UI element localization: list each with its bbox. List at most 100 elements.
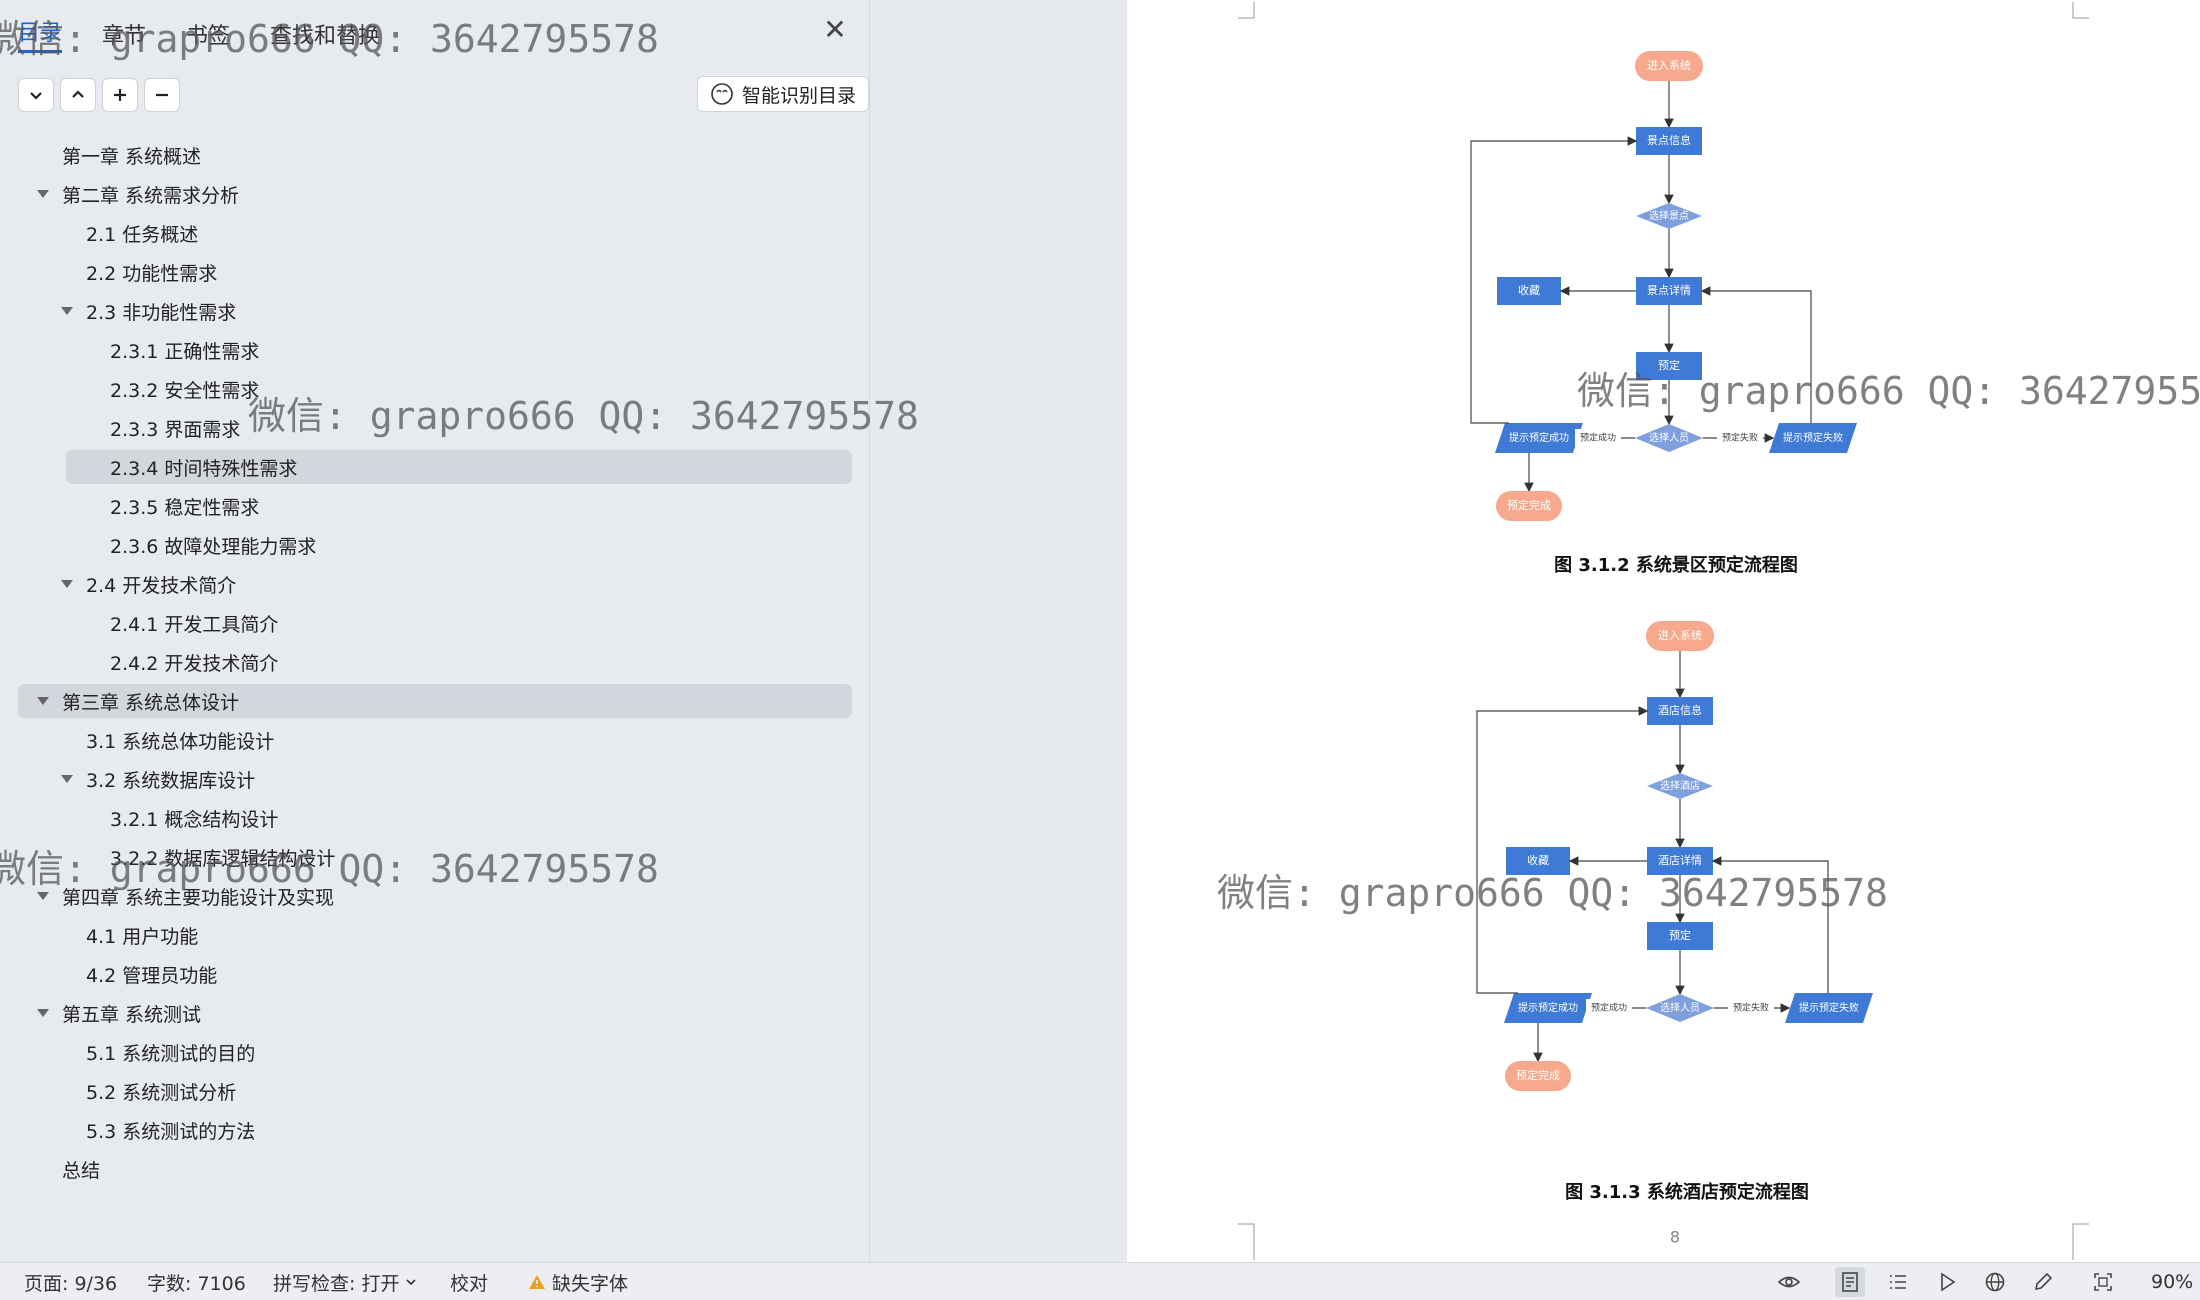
figure-caption: 图 3.1.3 系统酒店预定流程图: [1565, 1181, 1809, 1203]
warning-icon: [529, 1275, 545, 1289]
toc-item[interactable]: 2.3.3 界面需求: [84, 411, 240, 445]
toc-item[interactable]: 3.2.1 概念结构设计: [84, 801, 278, 835]
end-label: 预定完成: [1507, 498, 1551, 512]
smart-toc-button[interactable]: 智能识别目录: [697, 76, 869, 112]
missing-fonts-button[interactable]: 缺失字体: [528, 1263, 628, 1300]
write-mode-button[interactable]: [2028, 1267, 2058, 1297]
expand-caret-icon[interactable]: [60, 772, 74, 786]
tab-chapters[interactable]: 章节: [102, 18, 146, 50]
expand-caret-icon[interactable]: [36, 187, 50, 201]
toc-item[interactable]: 5.2 系统测试分析: [60, 1074, 236, 1108]
toc-item[interactable]: 第四章 系统主要功能设计及实现: [36, 879, 334, 913]
toc-item[interactable]: 第三章 系统总体设计: [18, 684, 852, 718]
navigation-pane: 目录 章节 书签 查找和替换 ✕ 智能识别目录 第一章 系统概述第二章 系统需求…: [0, 0, 870, 1262]
proofread-text: 校对: [450, 1272, 489, 1295]
expand-caret-icon[interactable]: [36, 694, 50, 708]
toc-item[interactable]: 4.1 用户功能: [60, 918, 198, 952]
toc-item[interactable]: 2.3 非功能性需求: [60, 294, 236, 328]
web-view-button[interactable]: [1980, 1267, 2010, 1297]
toc-item[interactable]: 5.1 系统测试的目的: [60, 1035, 255, 1069]
close-pane-button[interactable]: ✕: [818, 14, 852, 48]
toc-item-label: 3.2.2 数据库逻辑结构设计: [110, 847, 336, 870]
toc-item-label: 5.1 系统测试的目的: [86, 1042, 256, 1065]
spellcheck-toggle[interactable]: 拼写检查: 打开: [273, 1263, 417, 1300]
process-label: 酒店信息: [1658, 703, 1702, 717]
toc-item[interactable]: 2.4.1 开发工具简介: [84, 606, 278, 640]
toc-item[interactable]: 总结: [36, 1152, 100, 1186]
toc-item[interactable]: 5.3 系统测试的方法: [60, 1113, 255, 1147]
toc-item[interactable]: 3.2.2 数据库逻辑结构设计: [84, 840, 335, 874]
toc-item-label: 3.2 系统数据库设计: [86, 769, 256, 792]
expand-caret-icon[interactable]: [36, 889, 50, 903]
process-label: 景点信息: [1647, 133, 1691, 147]
tab-find-replace[interactable]: 查找和替换: [270, 18, 380, 50]
toc-item-label: 2.3.6 故障处理能力需求: [110, 535, 317, 558]
toc-item-label: 2.3.3 界面需求: [110, 418, 241, 441]
toc-item[interactable]: 3.2 系统数据库设计: [60, 762, 255, 796]
expand-caret-icon[interactable]: [36, 1006, 50, 1020]
page-view-icon: [1842, 1272, 1858, 1292]
tab-toc[interactable]: 目录: [18, 15, 63, 53]
toc-item[interactable]: 2.2 功能性需求: [60, 255, 217, 289]
toc-item[interactable]: 2.3.5 稳定性需求: [84, 489, 259, 523]
start-label: 进入系统: [1647, 59, 1691, 72]
add-heading-button[interactable]: [102, 78, 138, 112]
remove-heading-button[interactable]: [144, 78, 180, 112]
toc-item[interactable]: 3.1 系统总体功能设计: [60, 723, 274, 757]
toc-item[interactable]: 2.3.2 安全性需求: [84, 372, 259, 406]
decision-label: 选择景点: [1649, 209, 1689, 222]
toc-item[interactable]: 2.3.1 正确性需求: [84, 333, 259, 367]
zoom-level[interactable]: 90%: [2151, 1263, 2193, 1300]
page-number: 8: [1670, 1228, 1680, 1247]
toc-item-label: 2.3.4 时间特殊性需求: [110, 457, 298, 480]
toc-item[interactable]: 2.4 开发技术简介: [60, 567, 236, 601]
toc-item-label: 总结: [62, 1159, 101, 1182]
fit-page-button[interactable]: [2088, 1267, 2118, 1297]
toc-item-label: 2.4.2 开发技术简介: [110, 652, 279, 675]
toc-item-label: 4.1 用户功能: [86, 925, 199, 948]
toc-item[interactable]: 2.3.6 故障处理能力需求: [84, 528, 316, 562]
page-indicator-text: 页面: 9/36: [24, 1272, 118, 1295]
move-up-button[interactable]: [60, 78, 96, 112]
decision-label: 选择酒店: [1660, 779, 1700, 792]
toc-item-label: 4.2 管理员功能: [86, 964, 218, 987]
toc-item[interactable]: 2.1 任务概述: [60, 216, 198, 250]
tab-bookmarks[interactable]: 书签: [186, 18, 230, 50]
read-mode-button[interactable]: [1774, 1267, 1804, 1297]
expand-caret-icon[interactable]: [60, 577, 74, 591]
smart-toc-label: 智能识别目录: [742, 84, 857, 107]
word-count[interactable]: 字数: 7106: [147, 1263, 246, 1300]
caret-down-icon: [406, 1279, 417, 1286]
outline-view-button[interactable]: [1883, 1267, 1913, 1297]
expand-caret-icon[interactable]: [60, 304, 74, 318]
toc-item[interactable]: 4.2 管理员功能: [60, 957, 217, 991]
page-view-button[interactable]: [1835, 1267, 1865, 1297]
toc-item[interactable]: 第五章 系统测试: [36, 996, 201, 1030]
plus-icon: [114, 89, 126, 101]
toc-item-label: 第三章 系统总体设计: [62, 691, 240, 714]
pen-icon: [2034, 1272, 2053, 1291]
toc-item-label: 第一章 系统概述: [62, 145, 202, 168]
proofread-button[interactable]: 校对: [450, 1263, 488, 1300]
edge-label: 预定成功: [1591, 1002, 1627, 1014]
toc-item[interactable]: 2.3.4 时间特殊性需求: [66, 450, 852, 484]
toc-item[interactable]: 第一章 系统概述: [36, 138, 201, 172]
toc-item-label: 3.1 系统总体功能设计: [86, 730, 275, 753]
flow-arrow: [1711, 856, 1829, 993]
move-down-button[interactable]: [18, 78, 54, 112]
toc-item-label: 3.2.1 概念结构设计: [110, 808, 279, 831]
page-indicator[interactable]: 页面: 9/36: [24, 1263, 117, 1300]
toc-item-label: 5.3 系统测试的方法: [86, 1120, 256, 1143]
start-label: 进入系统: [1658, 629, 1702, 642]
toc-item-label: 2.2 功能性需求: [86, 262, 218, 285]
figure-caption: 图 3.1.2 系统景区预定流程图: [1554, 554, 1798, 576]
spellcheck-text: 拼写检查: 打开: [273, 1272, 400, 1295]
toc-item[interactable]: 第二章 系统需求分析: [36, 177, 239, 211]
chevron-up-icon: [72, 90, 84, 98]
play-button[interactable]: [1932, 1267, 1962, 1297]
toc-item-label: 5.2 系统测试分析: [86, 1081, 237, 1104]
toc-item[interactable]: 2.4.2 开发技术简介: [84, 645, 278, 679]
page-corner-mark: [2072, 2, 2089, 19]
process-label: 预定: [1658, 358, 1680, 372]
decision-label: 选择人员: [1649, 431, 1689, 444]
